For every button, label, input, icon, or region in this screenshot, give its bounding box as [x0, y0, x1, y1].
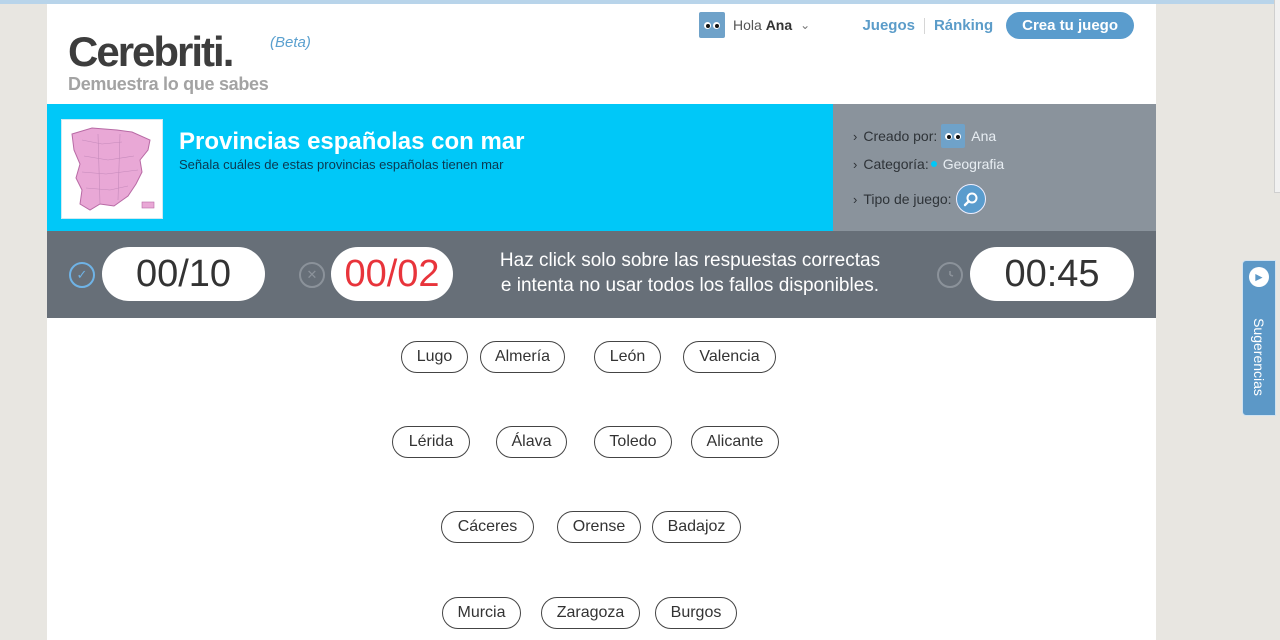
- bullet-icon: [930, 161, 937, 167]
- suggestions-tab[interactable]: ► Sugerencias: [1242, 260, 1276, 416]
- logo-tagline: Demuestra lo que sabes: [68, 74, 269, 94]
- errors-counter: 00/02: [331, 247, 453, 301]
- meta-category: › Categoría: Geografia: [853, 156, 1004, 172]
- answer-button[interactable]: Orense: [557, 511, 641, 543]
- game-meta: › Creado por: Ana › Categoría: Geografia…: [833, 104, 1156, 231]
- creator-label: Creado por:: [863, 128, 938, 144]
- answer-button[interactable]: Álava: [496, 426, 567, 458]
- answer-button[interactable]: León: [594, 341, 661, 373]
- instructions: Haz click solo sobre las respuestas corr…: [490, 248, 890, 298]
- nav-ranking[interactable]: Ránking: [925, 17, 1002, 34]
- chevron-right-icon: ›: [853, 156, 858, 172]
- eye-icon: [704, 21, 711, 29]
- create-game-button[interactable]: Crea tu juego: [1006, 12, 1134, 39]
- answer-button[interactable]: Alicante: [691, 426, 779, 458]
- logo-beta: (Beta): [270, 34, 311, 51]
- category-value[interactable]: Geografia: [943, 156, 1004, 172]
- answer-button[interactable]: Lérida: [392, 426, 470, 458]
- eye-icon: [945, 132, 953, 140]
- meta-creator: › Creado por: Ana: [853, 124, 996, 148]
- logo[interactable]: Cerebriti. (Beta) Demuestra lo que sabes: [68, 28, 311, 95]
- game-subtitle: Señala cuáles de estas provincias españo…: [179, 157, 504, 172]
- score-bar: ✓ 00/10 ✕ 00/02 Haz click solo sobre las…: [47, 231, 1156, 318]
- answer-button[interactable]: Badajoz: [652, 511, 741, 543]
- nav-juegos[interactable]: Juegos: [853, 17, 924, 34]
- megaphone-icon: ►: [1249, 267, 1269, 287]
- instruction-line-1: Haz click solo sobre las respuestas corr…: [499, 250, 881, 271]
- close-icon: ✕: [299, 262, 325, 288]
- greeting: Hola Ana: [733, 17, 793, 33]
- game-banner: Provincias españolas con mar Señala cuál…: [47, 104, 833, 231]
- chevron-down-icon: ⌄: [800, 18, 811, 32]
- answer-button[interactable]: Valencia: [683, 341, 776, 373]
- game-title: Provincias españolas con mar: [179, 128, 525, 155]
- answer-grid: Lugo Almería León Valencia Lérida Álava …: [47, 318, 1156, 640]
- answer-button[interactable]: Burgos: [655, 597, 737, 629]
- type-label: Tipo de juego:: [863, 191, 952, 207]
- spain-map-icon: [71, 127, 155, 211]
- game-thumbnail: [61, 119, 163, 219]
- scrollbar[interactable]: [1274, 0, 1280, 193]
- search-icon[interactable]: [955, 184, 986, 214]
- avatar: [699, 12, 725, 38]
- timer: 00:45: [970, 247, 1134, 301]
- creator-name[interactable]: Ana: [971, 128, 996, 144]
- eye-icon: [954, 132, 962, 140]
- chevron-right-icon: ›: [853, 191, 858, 207]
- logo-word: Cerebriti.: [68, 28, 234, 75]
- answer-button[interactable]: Murcia: [442, 597, 521, 629]
- instruction-line-2: e intenta no usar todos los fallos dispo…: [500, 275, 880, 296]
- username: Ana: [765, 17, 793, 33]
- eye-icon: [713, 21, 720, 29]
- correct-counter: 00/10: [102, 247, 265, 301]
- page: Cerebriti. (Beta) Demuestra lo que sabes…: [47, 4, 1156, 640]
- suggestions-label: Sugerencias: [1251, 318, 1267, 396]
- creator-avatar: [941, 124, 966, 148]
- meta-type: › Tipo de juego:: [853, 184, 986, 214]
- answer-button[interactable]: Zaragoza: [541, 597, 640, 629]
- top-nav: Juegos Ránking Crea tu juego: [853, 12, 1134, 39]
- answer-button[interactable]: Cáceres: [441, 511, 534, 543]
- user-menu[interactable]: Hola Ana ⌄: [699, 12, 810, 38]
- chevron-right-icon: ›: [853, 128, 858, 144]
- answer-button[interactable]: Toledo: [594, 426, 672, 458]
- clock-icon: [937, 262, 963, 288]
- answer-button[interactable]: Lugo: [401, 341, 468, 373]
- check-icon: ✓: [69, 262, 95, 288]
- answer-button[interactable]: Almería: [480, 341, 565, 373]
- category-label: Categoría:: [863, 156, 929, 172]
